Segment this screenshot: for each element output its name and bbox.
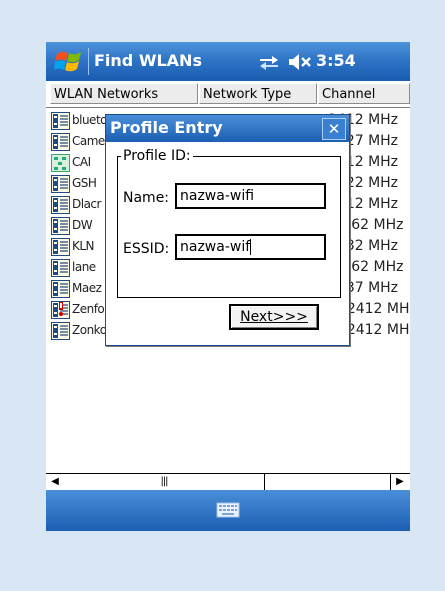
profile-entry-dialog: Profile Entry ✕ Profile ID: Name: nazwa-… <box>105 114 350 346</box>
wlan-icon <box>51 238 70 256</box>
next-label: Next>>> <box>240 309 308 325</box>
wlan-icon <box>51 112 70 130</box>
wlan-icon <box>51 322 70 340</box>
profile-id-group <box>117 156 341 298</box>
title-bar: Find WLANs 3:54 <box>46 42 410 81</box>
name-label: Name: <box>123 190 170 206</box>
wlan-icon <box>51 259 70 277</box>
next-button[interactable]: Next>>> <box>229 304 319 330</box>
horizontal-scrollbar[interactable]: ◀ ||| ▶ <box>46 473 410 491</box>
scroll-left-arrow-icon[interactable]: ◀ <box>46 474 65 490</box>
title-separator <box>88 48 89 75</box>
wlan-icon <box>51 280 70 298</box>
keyboard-icon[interactable] <box>216 501 240 519</box>
app-title: Find WLANs <box>94 51 202 70</box>
volume-muted-icon[interactable] <box>288 53 312 71</box>
wlan-icon <box>51 133 70 151</box>
wlan-icon <box>51 217 70 235</box>
connectivity-icon[interactable] <box>258 54 280 70</box>
close-icon[interactable]: ✕ <box>322 118 346 140</box>
scroll-thumb[interactable]: ||| <box>64 474 265 490</box>
windows-start-icon[interactable] <box>54 48 84 75</box>
essid-field[interactable]: nazwa-wif <box>175 234 326 260</box>
essid-label: ESSID: <box>123 241 170 257</box>
group-label: Profile ID: <box>121 148 193 164</box>
name-field[interactable]: nazwa-wifi <box>175 183 326 209</box>
wlan-secure-icon <box>51 301 70 319</box>
wlan-icon <box>51 175 70 193</box>
column-channel[interactable]: Channel <box>318 83 410 104</box>
pocketpc-screen: Find WLANs 3:54 WLAN Networks Network Ty… <box>46 42 410 531</box>
column-header: WLAN Networks Network Type Channel <box>46 81 410 108</box>
text-cursor <box>250 239 252 255</box>
adhoc-icon <box>51 154 70 172</box>
wlan-icon <box>51 196 70 214</box>
clock[interactable]: 3:54 <box>316 51 356 70</box>
scroll-right-arrow-icon[interactable]: ▶ <box>390 474 409 490</box>
soft-key-bar <box>46 490 410 531</box>
essid-value: nazwa-wif <box>180 239 251 255</box>
column-wlan-networks[interactable]: WLAN Networks <box>50 83 198 104</box>
dialog-title-bar: Profile Entry ✕ <box>106 115 349 142</box>
dialog-title: Profile Entry <box>110 118 223 137</box>
column-network-type[interactable]: Network Type <box>199 83 317 104</box>
